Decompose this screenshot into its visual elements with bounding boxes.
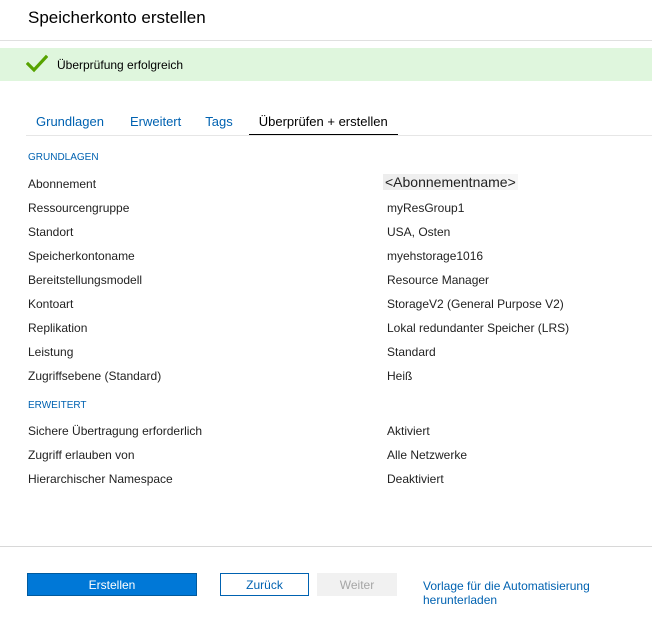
value-zugriffsebene: Heiß bbox=[387, 369, 413, 383]
value-bereitstellungsmodell: Resource Manager bbox=[387, 273, 490, 287]
download-template-link[interactable]: Vorlage für die Automatisierung herunter… bbox=[423, 579, 652, 607]
label-bereitstellungsmodell: Bereitstellungsmodell bbox=[28, 273, 143, 287]
page-title: Speicherkonto erstellen bbox=[28, 8, 206, 27]
value-replikation: Lokal redundanter Speicher (LRS) bbox=[387, 321, 570, 335]
tab-erweitert[interactable]: Erweitert bbox=[120, 110, 191, 136]
value-sichere-uebertragung: Aktiviert bbox=[387, 424, 430, 438]
value-standort: USA, Osten bbox=[387, 225, 451, 239]
value-speicherkontoname: myehstorage1016 bbox=[387, 249, 484, 263]
value-leistung: Standard bbox=[387, 345, 436, 359]
tabs-divider bbox=[26, 135, 652, 136]
next-button[interactable]: Weiter bbox=[317, 573, 397, 596]
validation-message: Überprüfung erfolgreich bbox=[57, 58, 184, 72]
footer-divider bbox=[0, 546, 652, 547]
checkmark-icon bbox=[26, 54, 48, 73]
value-kontoart: StorageV2 (General Purpose V2) bbox=[387, 297, 564, 311]
validation-banner: Überprüfung erfolgreich bbox=[0, 48, 652, 81]
label-zugriff-erlauben: Zugriff erlauben von bbox=[28, 448, 135, 462]
label-abonnement: Abonnement bbox=[28, 177, 97, 191]
label-leistung: Leistung bbox=[28, 345, 74, 359]
create-button[interactable]: Erstellen bbox=[27, 573, 197, 596]
value-hierarchischer-namespace: Deaktiviert bbox=[387, 472, 444, 486]
tab-ueberpruefen-erstellen[interactable]: Überprüfen + erstellen bbox=[248, 110, 398, 136]
label-ressourcengruppe: Ressourcengruppe bbox=[28, 201, 130, 215]
label-kontoart: Kontoart bbox=[28, 297, 74, 311]
label-zugriffsebene: Zugriffsebene (Standard) bbox=[28, 369, 162, 383]
section-heading-erweitert: ERWEITERT bbox=[28, 400, 87, 411]
label-standort: Standort bbox=[28, 225, 74, 239]
label-hierarchischer-namespace: Hierarchischer Namespace bbox=[28, 472, 173, 486]
value-ressourcengruppe: myResGroup1 bbox=[387, 201, 465, 215]
section-heading-grundlagen: GRUNDLAGEN bbox=[28, 152, 99, 163]
label-replikation: Replikation bbox=[28, 321, 88, 335]
tab-grundlagen[interactable]: Grundlagen bbox=[26, 110, 114, 136]
tab-bar: Grundlagen Erweitert Tags Überprüfen + e… bbox=[26, 110, 398, 136]
back-button[interactable]: Zurück bbox=[220, 573, 309, 596]
header-divider bbox=[0, 40, 652, 41]
value-abonnement: <Abonnementname> bbox=[383, 174, 518, 190]
label-sichere-uebertragung: Sichere Übertragung erforderlich bbox=[28, 424, 203, 438]
label-speicherkontoname: Speicherkontoname bbox=[28, 249, 135, 263]
value-zugriff-erlauben: Alle Netzwerke bbox=[387, 448, 468, 462]
tab-tags[interactable]: Tags bbox=[195, 110, 242, 136]
